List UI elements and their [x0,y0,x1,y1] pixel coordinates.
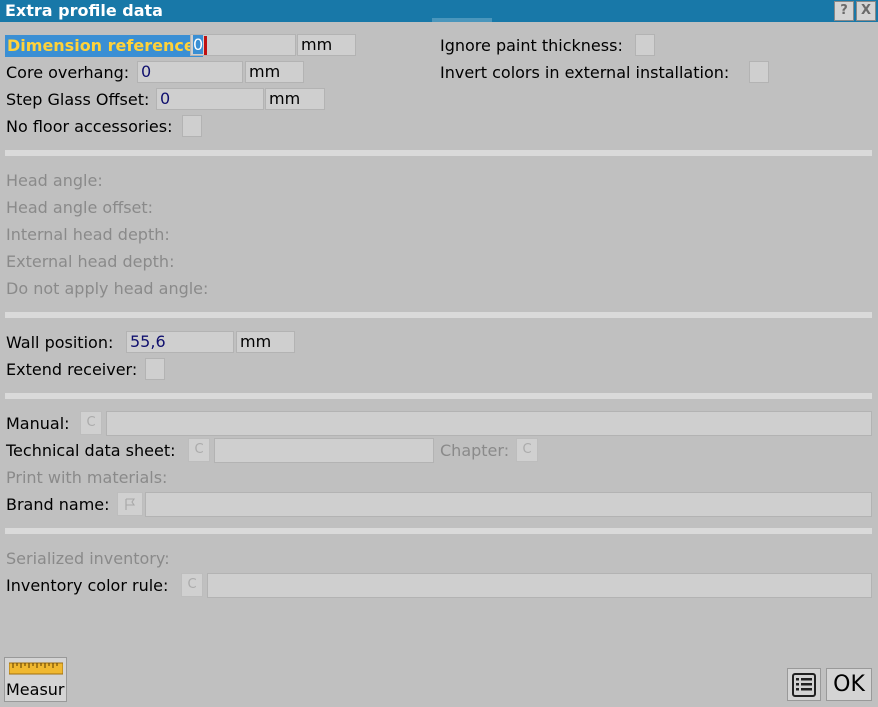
window-title: Extra profile data [5,1,163,20]
separator [5,528,872,534]
no-floor-accessories-label: No floor accessories: [6,117,173,136]
core-overhang-label: Core overhang: [6,63,130,82]
technical-data-sheet-c-button[interactable]: C [188,438,210,462]
help-button[interactable]: ? [834,1,854,21]
core-overhang-input[interactable]: 0 [137,61,243,83]
inventory-color-rule-input[interactable] [207,573,872,598]
manual-label: Manual: [6,414,70,433]
close-button[interactable]: X [856,1,876,21]
wall-position-label: Wall position: [6,333,114,352]
separator [5,312,872,318]
serialized-inventory-label: Serialized inventory: [6,549,170,568]
extend-receiver-checkbox[interactable] [145,358,165,380]
ruler-icon [9,662,63,675]
wall-position-unit[interactable]: mm [236,331,295,353]
ignore-paint-thickness-label: Ignore paint thickness: [440,36,623,55]
step-glass-offset-input[interactable]: 0 [156,88,264,110]
manual-input[interactable] [106,411,872,436]
ok-button[interactable]: OK [826,668,872,701]
technical-data-sheet-label: Technical data sheet: [6,441,176,460]
no-floor-accessories-checkbox[interactable] [182,115,202,137]
step-glass-offset-unit[interactable]: mm [265,88,325,110]
brand-name-flag-button[interactable] [117,492,143,516]
head-angle-label: Head angle: [6,171,103,190]
external-head-depth-label: External head depth: [6,252,175,271]
invert-colors-label: Invert colors in external installation: [440,63,730,82]
inventory-color-rule-label: Inventory color rule: [6,576,169,595]
print-with-materials-label: Print with materials: [6,468,168,487]
chapter-c-button[interactable]: C [516,438,538,462]
head-angle-offset-label: Head angle offset: [6,198,154,217]
text-caret [204,35,208,55]
invert-colors-checkbox[interactable] [749,61,769,83]
dimension-reference-input[interactable]: 0 [190,34,296,56]
separator [5,393,872,399]
list-button[interactable] [787,668,821,701]
title-tab-indicator [432,18,492,22]
chapter-label: Chapter: [440,441,510,460]
do-not-apply-head-angle-label: Do not apply head angle: [6,279,209,298]
measure-button-label: Measur [6,680,65,699]
separator [5,150,872,156]
inventory-color-rule-c-button[interactable]: C [181,573,203,597]
technical-data-sheet-input[interactable] [214,438,434,463]
extend-receiver-label: Extend receiver: [6,360,138,379]
step-glass-offset-label: Step Glass Offset: [6,90,150,109]
dimension-reference-value: 0 [193,35,204,54]
title-bar: Extra profile data ? X [0,0,878,22]
list-icon [792,673,816,697]
brand-name-label: Brand name: [6,495,110,514]
measure-button[interactable]: Measur [4,657,67,702]
flag-icon [125,498,136,510]
internal-head-depth-label: Internal head depth: [6,225,170,244]
dimension-reference-unit[interactable]: mm [297,34,356,56]
ignore-paint-thickness-checkbox[interactable] [635,34,655,56]
manual-c-button[interactable]: C [80,411,102,435]
brand-name-input[interactable] [145,492,872,517]
core-overhang-unit[interactable]: mm [245,61,304,83]
wall-position-input[interactable]: 55,6 [126,331,234,353]
dimension-reference-label: Dimension reference: [5,35,204,57]
